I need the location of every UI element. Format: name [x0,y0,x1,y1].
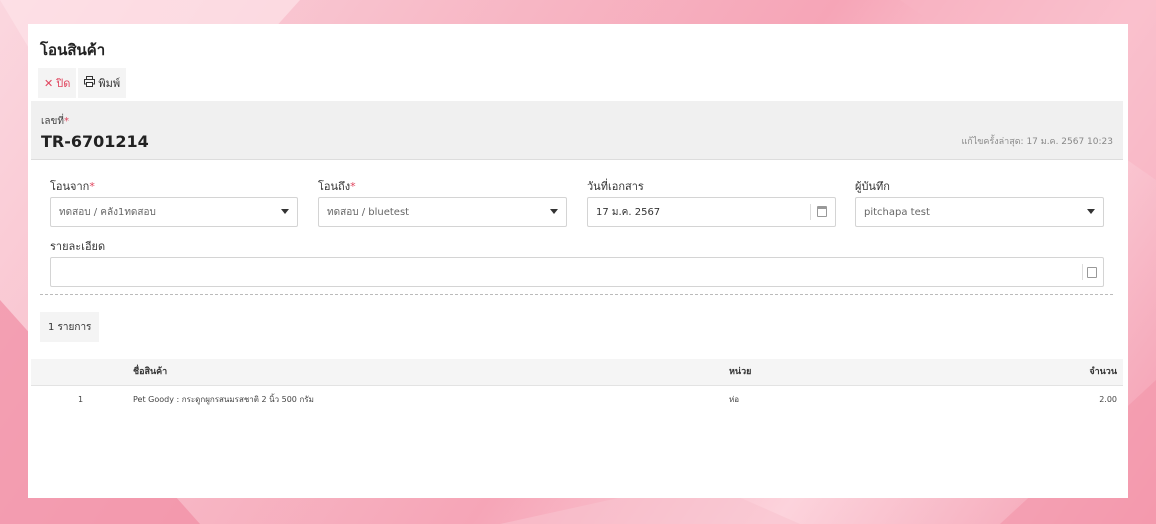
items-count-badge: 1 รายการ [40,312,100,342]
divider [1082,264,1083,280]
chevron-down-icon [1087,209,1095,214]
printer-icon [84,76,96,90]
document-number-label: เลขที่* [41,116,69,127]
recorder-field: ผู้บันทึก pitchapa test [855,180,1104,227]
chevron-down-icon [550,209,558,214]
recorder-select[interactable]: pitchapa test [855,197,1104,227]
document-number: TR-6701214 [41,132,149,151]
close-button-label: ปิด [56,77,71,90]
recorder-label: ผู้บันทึก [855,180,890,193]
column-header-product-name: ชื่อสินค้า [133,367,168,377]
transfer-form-card: โอนสินค้า ✕ ปิด พิมพ์ เลขที่* TR-6701214… [28,24,1128,498]
column-header-unit: หน่วย [729,367,752,377]
to-select[interactable]: ทดสอบ / bluetest [318,197,567,227]
divider [810,204,811,220]
to-select-value: ทดสอบ / bluetest [327,206,410,218]
date-label: วันที่เอกสาร [587,180,644,193]
to-label: โอนถึง* [318,180,356,193]
from-select-value: ทดสอบ / คลัง1ทดสอบ [59,206,156,218]
table-row[interactable]: 1 Pet Goody : กระดูกผูกรสนมรสชาติ 2 นิ้ว… [31,386,1123,414]
print-button[interactable]: พิมพ์ [78,68,127,98]
row-product-name: Pet Goody : กระดูกผูกรสนมรสชาติ 2 นิ้ว 5… [133,395,314,404]
date-field: วันที่เอกสาร 17 ม.ค. 2567 [587,180,836,227]
section-divider [40,294,1113,295]
details-label: รายละเอียด [50,240,106,253]
recorder-select-value: pitchapa test [864,206,930,218]
row-index: 1 [78,395,84,404]
date-input[interactable]: 17 ม.ค. 2567 [587,197,836,227]
page-title: โอนสินค้า [40,41,106,59]
note-icon[interactable] [1087,267,1097,278]
row-quantity: 2.00 [1099,395,1117,404]
chevron-down-icon [281,209,289,214]
calendar-icon[interactable] [817,206,827,217]
last-updated-text: แก้ไขครั้งล่าสุด: 17 ม.ค. 2567 10:23 [961,137,1113,147]
date-input-value: 17 ม.ค. 2567 [596,206,661,218]
toolbar: ✕ ปิด พิมพ์ [38,68,127,98]
details-field: รายละเอียด [50,240,1104,287]
document-header: เลขที่* TR-6701214 แก้ไขครั้งล่าสุด: 17 … [31,101,1123,160]
print-button-label: พิมพ์ [98,77,121,90]
from-field: โอนจาก* ทดสอบ / คลัง1ทดสอบ [50,180,298,227]
row-unit: ห่อ [729,395,740,404]
table-header: ชื่อสินค้า หน่วย จำนวน [31,359,1123,386]
details-input[interactable] [50,257,1104,287]
from-label: โอนจาก* [50,180,95,193]
to-field: โอนถึง* ทดสอบ / bluetest [318,180,567,227]
column-header-quantity: จำนวน [1089,367,1117,377]
close-button[interactable]: ✕ ปิด [38,68,77,98]
close-icon: ✕ [44,76,54,90]
from-select[interactable]: ทดสอบ / คลัง1ทดสอบ [50,197,298,227]
